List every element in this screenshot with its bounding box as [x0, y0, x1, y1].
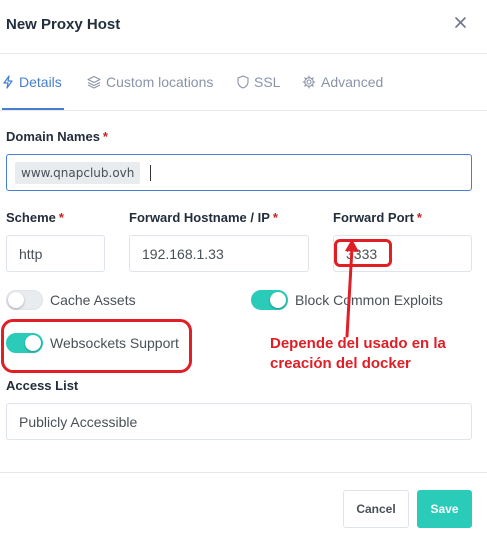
tab-custom-locations-label: Custom locations — [106, 74, 214, 90]
close-button[interactable] — [451, 13, 471, 33]
text-caret — [150, 164, 152, 181]
toggle-knob — [270, 292, 286, 308]
domain-names-label: Domain Names * — [6, 129, 108, 144]
scheme-input[interactable]: http — [6, 235, 105, 272]
scheme-value: http — [19, 245, 43, 262]
modal-title: New Proxy Host — [6, 16, 121, 33]
access-list-select[interactable]: Publicly Accessible — [6, 403, 472, 440]
cache-assets-label: Cache Assets — [50, 292, 136, 308]
domain-names-input[interactable]: www.qnapclub.ovh — [6, 154, 472, 191]
tab-ssl-label: SSL — [254, 74, 281, 90]
block-exploits-toggle[interactable] — [251, 290, 288, 310]
tab-ssl[interactable]: SSL — [237, 70, 280, 110]
forward-port-label: Forward Port * — [333, 210, 422, 225]
cancel-button[interactable]: Cancel — [343, 490, 409, 528]
shield-icon — [237, 75, 249, 89]
annotation-text-line2: creación del docker — [270, 355, 411, 372]
tab-advanced-label: Advanced — [321, 74, 384, 90]
header-divider — [0, 53, 487, 54]
domain-chip[interactable]: www.qnapclub.ovh — [15, 161, 141, 184]
forward-hostname-value: 192.168.1.33 — [142, 245, 224, 262]
tab-bar: Details Custom locations SSL Advanced — [0, 70, 487, 110]
access-list-label: Access List — [6, 378, 79, 393]
websockets-highlight-annotation — [1, 319, 192, 373]
tab-details[interactable]: Details — [2, 70, 64, 110]
annotation-arrow-icon — [345, 239, 359, 338]
tab-advanced[interactable]: Advanced — [302, 70, 383, 110]
bolt-icon — [3, 75, 13, 89]
save-button[interactable]: Save — [417, 490, 472, 528]
tab-custom-locations[interactable]: Custom locations — [87, 70, 213, 110]
access-list-value: Publicly Accessible — [19, 413, 138, 430]
tabs-divider — [0, 110, 487, 111]
tab-details-label: Details — [19, 74, 62, 90]
layers-icon — [87, 75, 101, 89]
footer-divider — [0, 472, 487, 473]
forward-hostname-label: Forward Hostname / IP * — [129, 210, 278, 225]
cache-assets-toggle[interactable] — [6, 290, 43, 310]
gear-icon — [302, 75, 316, 89]
scheme-label: Scheme * — [6, 210, 64, 225]
toggle-knob — [8, 292, 24, 308]
close-icon — [455, 17, 466, 28]
forward-hostname-input[interactable]: 192.168.1.33 — [129, 235, 309, 272]
